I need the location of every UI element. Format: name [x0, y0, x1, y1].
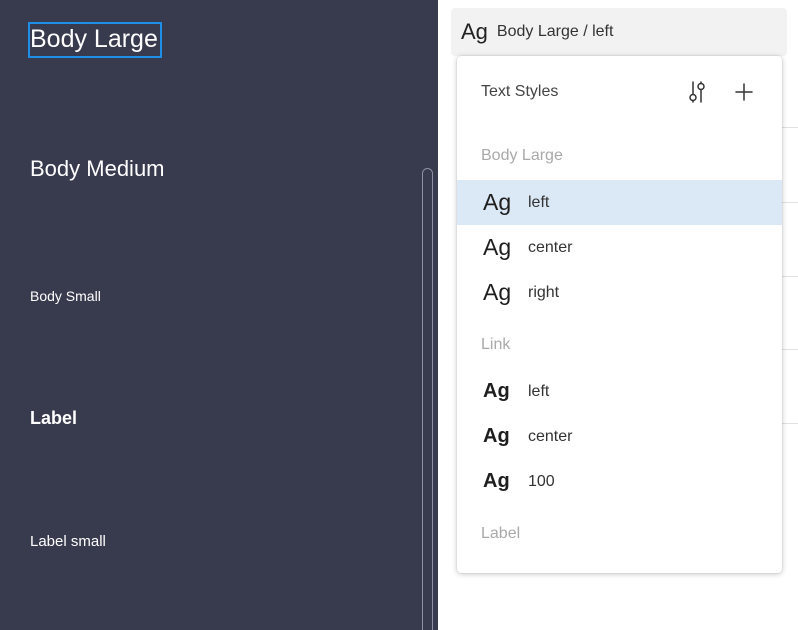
style-sample: Ag	[483, 279, 512, 305]
text-styles-popup: Text Styles Body Large Ag left Ag center…	[457, 56, 782, 573]
canvas-text-label[interactable]: Label	[30, 407, 77, 429]
design-canvas[interactable]: Body Large Body Medium Body Small Label …	[0, 0, 438, 630]
group-header-body-large: Body Large	[481, 147, 563, 164]
panel-divider	[780, 202, 798, 203]
panel-divider	[780, 276, 798, 277]
plus-icon	[735, 83, 753, 101]
canvas-text-label-small[interactable]: Label small	[30, 532, 106, 551]
canvas-scrollbar[interactable]	[422, 168, 433, 630]
style-row-body-large-right[interactable]: Ag right	[457, 270, 782, 315]
style-sample: Ag	[483, 189, 512, 215]
style-label: 100	[528, 472, 555, 490]
style-label: center	[528, 238, 573, 256]
panel-divider	[780, 423, 798, 424]
style-sample: Ag	[483, 234, 512, 260]
style-sample: Ag	[483, 470, 510, 492]
settings-sliders-icon	[689, 81, 705, 103]
panel-divider	[780, 349, 798, 350]
style-row-body-large-center[interactable]: Ag center	[457, 225, 782, 270]
group-header-label: Label	[481, 525, 521, 542]
style-label: right	[528, 283, 560, 301]
style-label: center	[528, 427, 573, 445]
popup-title: Text Styles	[481, 83, 559, 100]
text-style-sample: Ag	[461, 19, 488, 44]
canvas-text-body-large[interactable]: Body Large	[30, 23, 158, 55]
group-header-link: Link	[481, 336, 511, 353]
canvas-text-body-medium[interactable]: Body Medium	[30, 155, 165, 183]
settings-sliders-button[interactable]	[683, 78, 711, 106]
style-label: left	[528, 193, 550, 211]
canvas-text-body-small[interactable]: Body Small	[30, 287, 101, 305]
text-style-current: Body Large / left	[496, 23, 614, 40]
style-row-link-left[interactable]: Ag left	[457, 369, 782, 414]
add-text-style-button[interactable]	[730, 78, 758, 106]
style-row-link-center[interactable]: Ag center	[457, 414, 782, 459]
style-row-body-large-left[interactable]: Ag left	[457, 180, 782, 225]
style-row-link-100[interactable]: Ag 100	[457, 459, 782, 504]
style-sample: Ag	[483, 425, 510, 447]
style-sample: Ag	[483, 380, 510, 402]
text-style-select[interactable]: Ag Body Large / left	[451, 8, 787, 56]
style-label: left	[528, 382, 550, 400]
panel-divider	[780, 127, 798, 128]
